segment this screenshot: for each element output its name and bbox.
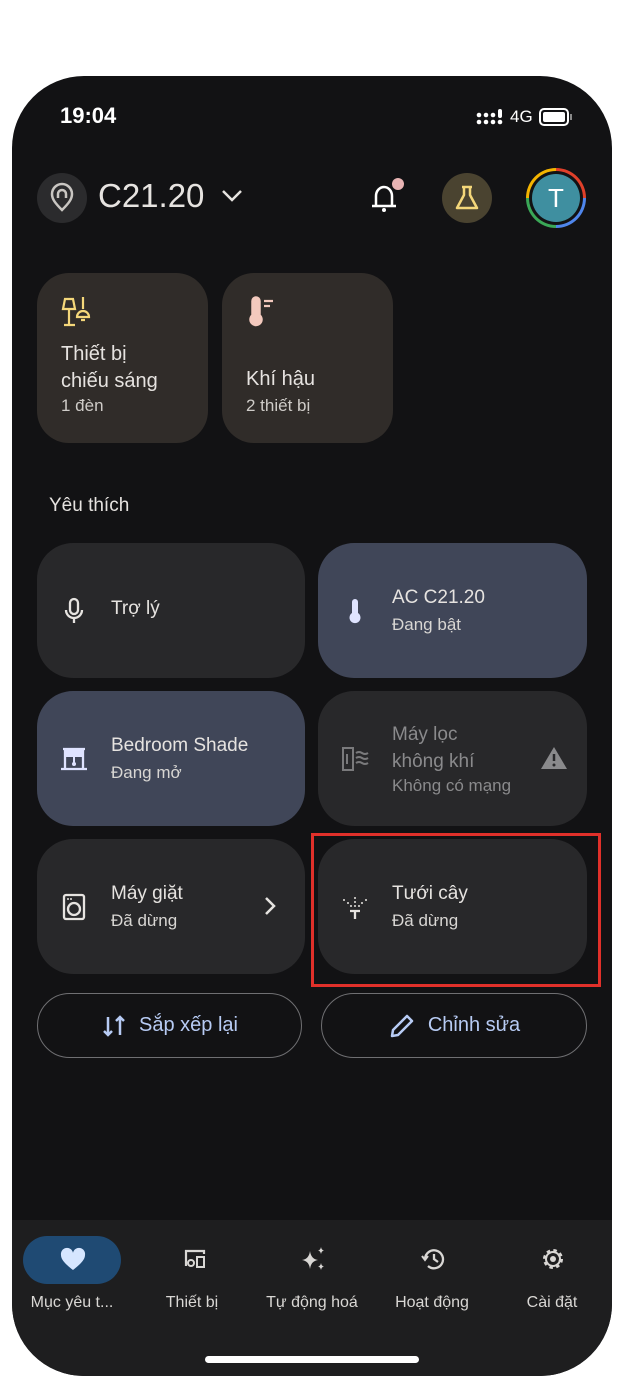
swap-vertical-icon bbox=[103, 1014, 125, 1037]
battery-icon bbox=[538, 108, 572, 126]
thermostat-icon bbox=[249, 296, 273, 327]
reorder-label: Sắp xếp lại bbox=[139, 1014, 238, 1036]
chevron-right-icon[interactable] bbox=[263, 895, 277, 917]
warning-icon bbox=[541, 747, 567, 769]
avatar-initial: T bbox=[532, 174, 580, 222]
edit-label: Chỉnh sửa bbox=[427, 1014, 521, 1036]
favorite-title: Máy giặt bbox=[111, 883, 183, 904]
category-title: Thiết bị chiếu sáng bbox=[61, 343, 158, 392]
favorite-status: Đang mở bbox=[111, 763, 182, 782]
phone-screen: 19:04 4G C21.20 T Thiết bị chiếu sáng 1 đ… bbox=[12, 76, 612, 1376]
network-label: 4G bbox=[510, 107, 533, 126]
favorite-assistant[interactable]: Trợ lý bbox=[37, 543, 305, 678]
lamp-icon bbox=[61, 297, 91, 327]
nav-label: Tự động hoá bbox=[266, 1294, 358, 1311]
microphone-icon bbox=[64, 597, 84, 623]
chevron-down-icon[interactable] bbox=[220, 188, 244, 204]
status-icons: 4G bbox=[476, 107, 573, 127]
favorite-title: AC C21.20 bbox=[392, 587, 485, 608]
favorite-title: Trợ lý bbox=[111, 598, 160, 619]
heart-icon bbox=[60, 1247, 86, 1270]
nav-label: Thiết bị bbox=[165, 1294, 219, 1311]
favorite-status: Đang bật bbox=[392, 615, 461, 634]
home-indicator[interactable] bbox=[205, 1356, 419, 1363]
labs-button[interactable] bbox=[442, 173, 492, 223]
nav-label: Cài đặt bbox=[526, 1294, 578, 1311]
favorite-status: Không có mạng bbox=[392, 776, 512, 795]
category-title: Khí hậu bbox=[246, 368, 315, 390]
highlight-box bbox=[311, 833, 601, 987]
category-subtitle: 1 đèn bbox=[61, 396, 104, 415]
sparkle-icon bbox=[302, 1247, 324, 1270]
favorite-ac[interactable]: AC C21.20 Đang bật bbox=[318, 543, 587, 678]
bottom-navigation: Mục yêu t... Thiết bị Tự động hoá Hoạt đ… bbox=[12, 1220, 612, 1376]
category-climate[interactable]: Khí hậu 2 thiết bị bbox=[222, 273, 393, 443]
favorite-title: Máy lọc không khí bbox=[392, 724, 475, 772]
edit-button[interactable]: Chỉnh sửa bbox=[321, 993, 587, 1058]
nav-label: Mục yêu t... bbox=[30, 1294, 114, 1311]
flask-icon bbox=[455, 185, 479, 210]
nav-label: Hoạt động bbox=[395, 1294, 469, 1311]
reorder-button[interactable]: Sắp xếp lại bbox=[37, 993, 302, 1058]
favorite-status: Đã dừng bbox=[111, 911, 178, 930]
shade-icon bbox=[61, 747, 87, 770]
home-location-button[interactable] bbox=[37, 173, 87, 223]
pencil-icon bbox=[390, 1014, 414, 1037]
favorite-bedroom-shade[interactable]: Bedroom Shade Đang mở bbox=[37, 691, 305, 826]
devices-icon bbox=[184, 1249, 206, 1268]
category-lighting[interactable]: Thiết bị chiếu sáng 1 đèn bbox=[37, 273, 208, 443]
favorites-heading: Yêu thích bbox=[49, 495, 130, 516]
air-purifier-icon bbox=[342, 746, 369, 771]
favorite-washer[interactable]: Máy giặt Đã dừng bbox=[37, 839, 305, 974]
home-name[interactable]: C21.20 bbox=[98, 177, 204, 215]
notifications-button[interactable] bbox=[368, 176, 404, 216]
gear-icon bbox=[543, 1249, 563, 1269]
favorite-air-purifier[interactable]: Máy lọc không khí Không có mạng bbox=[318, 691, 587, 826]
signal-icon bbox=[476, 109, 503, 125]
washer-icon bbox=[62, 893, 86, 920]
history-icon bbox=[421, 1249, 445, 1270]
account-avatar[interactable]: T bbox=[526, 168, 586, 228]
category-subtitle: 2 thiết bị bbox=[246, 396, 311, 415]
home-pin-icon bbox=[50, 182, 74, 212]
favorite-title: Bedroom Shade bbox=[111, 735, 249, 756]
bell-icon bbox=[372, 178, 404, 212]
thermometer-icon bbox=[349, 598, 361, 623]
status-time: 19:04 bbox=[60, 103, 117, 128]
